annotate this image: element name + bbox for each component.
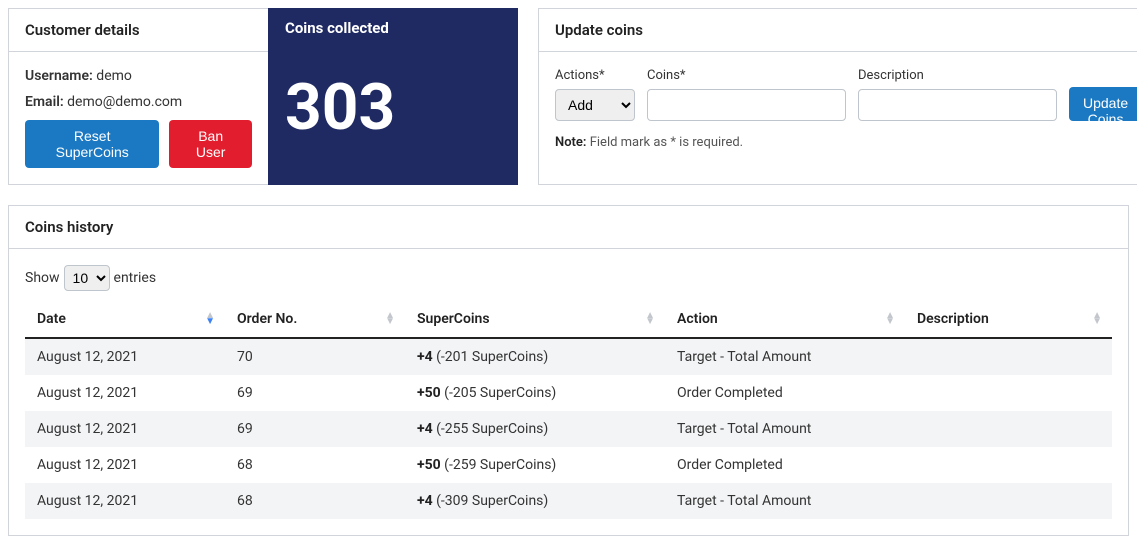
coins-collected-title: Coins collected <box>269 9 517 47</box>
update-coins-panel: Update coins Actions* Add Coins* Descrip… <box>538 8 1137 185</box>
customer-details-title: Customer details <box>9 9 268 52</box>
cell-action: Target - Total Amount <box>665 338 905 375</box>
username-value: demo <box>96 68 132 84</box>
table-row: August 12, 202169+50 (-205 SuperCoins)Or… <box>25 375 1112 411</box>
table-length-control: Show 10 entries <box>25 265 1112 291</box>
required-note: Note: Field mark as * is required. <box>555 135 1137 150</box>
cell-order-no: 69 <box>225 411 405 447</box>
cell-date: August 12, 2021 <box>25 375 225 411</box>
description-input[interactable] <box>858 89 1057 121</box>
update-coins-title: Update coins <box>539 9 1137 52</box>
cell-description <box>905 411 1112 447</box>
page-size-select[interactable]: 10 <box>64 265 110 291</box>
cell-action: Order Completed <box>665 447 905 483</box>
coins-history-title: Coins history <box>9 206 1128 249</box>
cell-order-no: 69 <box>225 375 405 411</box>
cell-date: August 12, 2021 <box>25 447 225 483</box>
cell-date: August 12, 2021 <box>25 411 225 447</box>
cell-date: August 12, 2021 <box>25 338 225 375</box>
customer-username-row: Username: demo <box>25 68 252 84</box>
sort-icon: ▲▼ <box>645 313 655 325</box>
entries-label: entries <box>114 270 157 286</box>
username-label: Username: <box>25 68 93 84</box>
sort-icon: ▲▼ <box>885 313 895 325</box>
cell-order-no: 68 <box>225 483 405 519</box>
customer-email-row: Email: demo@demo.com <box>25 94 252 110</box>
email-label: Email: <box>25 94 64 110</box>
cell-action: Target - Total Amount <box>665 411 905 447</box>
col-date-header[interactable]: Date ▲▼ <box>25 301 225 338</box>
actions-label: Actions* <box>555 68 635 83</box>
note-label: Note: <box>555 135 586 150</box>
table-row: August 12, 202168+50 (-259 SuperCoins)Or… <box>25 447 1112 483</box>
cell-description <box>905 447 1112 483</box>
sort-icon: ▲▼ <box>1092 313 1102 325</box>
cell-supercoins: +4 (-255 SuperCoins) <box>405 411 665 447</box>
note-text: Field mark as * is required. <box>590 135 743 150</box>
cell-description <box>905 375 1112 411</box>
cell-supercoins: +4 (-201 SuperCoins) <box>405 338 665 375</box>
update-coins-button[interactable]: Update Coins <box>1069 87 1137 121</box>
cell-description <box>905 483 1112 519</box>
table-row: August 12, 202168+4 (-309 SuperCoins)Tar… <box>25 483 1112 519</box>
ban-user-button[interactable]: Ban User <box>169 120 252 168</box>
col-action-header[interactable]: Action ▲▼ <box>665 301 905 338</box>
coins-collected-panel: Coins collected 303 <box>268 8 518 185</box>
coins-collected-value: 303 <box>269 47 517 184</box>
email-value: demo@demo.com <box>67 94 182 110</box>
table-row: August 12, 202170+4 (-201 SuperCoins)Tar… <box>25 338 1112 375</box>
coins-history-panel: Coins history Show 10 entries Date ▲▼ Or… <box>8 205 1129 536</box>
actions-select[interactable]: Add <box>555 89 635 121</box>
cell-order-no: 68 <box>225 447 405 483</box>
reset-supercoins-button[interactable]: Reset SuperCoins <box>25 120 159 168</box>
col-order-no-header[interactable]: Order No. ▲▼ <box>225 301 405 338</box>
customer-details-panel: Customer details Username: demo Email: d… <box>8 8 268 185</box>
sort-icon: ▲▼ <box>385 313 395 325</box>
cell-supercoins: +50 (-205 SuperCoins) <box>405 375 665 411</box>
table-row: August 12, 202169+4 (-255 SuperCoins)Tar… <box>25 411 1112 447</box>
show-label: Show <box>25 270 60 286</box>
cell-action: Order Completed <box>665 375 905 411</box>
cell-supercoins: +50 (-259 SuperCoins) <box>405 447 665 483</box>
cell-date: August 12, 2021 <box>25 483 225 519</box>
coins-input-label: Coins* <box>647 68 846 83</box>
cell-action: Target - Total Amount <box>665 483 905 519</box>
coins-history-table: Date ▲▼ Order No. ▲▼ SuperCoins ▲▼ Actio… <box>25 301 1112 519</box>
sort-icon: ▲▼ <box>205 313 215 325</box>
coins-input[interactable] <box>647 89 846 121</box>
cell-supercoins: +4 (-309 SuperCoins) <box>405 483 665 519</box>
col-description-header[interactable]: Description ▲▼ <box>905 301 1112 338</box>
description-input-label: Description <box>858 68 1057 83</box>
cell-order-no: 70 <box>225 338 405 375</box>
col-supercoins-header[interactable]: SuperCoins ▲▼ <box>405 301 665 338</box>
cell-description <box>905 338 1112 375</box>
